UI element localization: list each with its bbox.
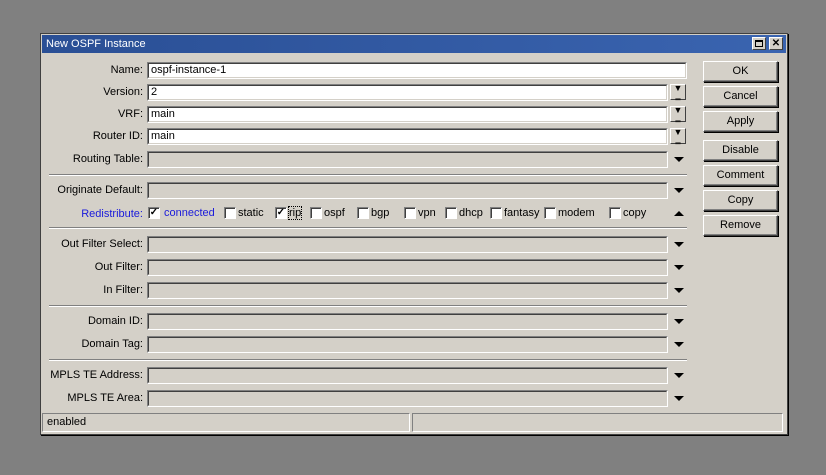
ospf-instance-window: New OSPF Instance ✕ Name: ospf-instance-… xyxy=(40,33,788,435)
redistribute-rip-label[interactable]: rip xyxy=(287,206,303,220)
ok-button[interactable]: OK xyxy=(703,61,778,82)
redistribute-dhcp-checkbox[interactable] xyxy=(445,207,457,219)
redistribute-static-checkbox[interactable] xyxy=(224,207,236,219)
originate-default-label: Originate Default: xyxy=(57,184,143,196)
mpls-te-area-expand-icon[interactable] xyxy=(673,392,685,404)
window-title: New OSPF Instance xyxy=(46,38,146,50)
out-filter-select-select[interactable] xyxy=(147,236,668,253)
vrf-label: VRF: xyxy=(117,108,143,120)
maximize-icon[interactable] xyxy=(752,37,766,50)
domain-tag-select[interactable] xyxy=(147,336,668,353)
redistribute-collapse-icon[interactable] xyxy=(673,207,685,219)
originate-default-select[interactable] xyxy=(147,182,668,199)
router-id-input[interactable]: main xyxy=(147,128,668,145)
out-filter-expand-icon[interactable] xyxy=(673,261,685,273)
mpls-te-area-select[interactable] xyxy=(147,390,668,407)
redistribute-label: Redistribute: xyxy=(81,208,143,220)
out-filter-label: Out Filter: xyxy=(94,261,143,273)
redistribute-ospf-checkbox[interactable] xyxy=(310,207,322,219)
redistribute-bgp-checkbox[interactable] xyxy=(357,207,369,219)
remove-button[interactable]: Remove xyxy=(703,215,778,236)
originate-default-expand-icon[interactable] xyxy=(673,184,685,196)
section-divider xyxy=(49,174,687,176)
in-filter-expand-icon[interactable] xyxy=(673,284,685,296)
version-label: Version: xyxy=(103,86,143,98)
domain-id-select[interactable] xyxy=(147,313,668,330)
redistribute-fantasy-label[interactable]: fantasy xyxy=(504,207,539,219)
version-input[interactable]: 2 xyxy=(147,84,668,101)
mpls-te-address-select[interactable] xyxy=(147,367,668,384)
mpls-te-address-label: MPLS TE Address: xyxy=(50,369,143,381)
domain-tag-label: Domain Tag: xyxy=(81,338,143,350)
domain-id-label: Domain ID: xyxy=(87,315,143,327)
redistribute-fantasy-checkbox[interactable] xyxy=(490,207,502,219)
routing-table-expand-icon[interactable] xyxy=(673,153,685,165)
dropdown-double-arrow-icon: ▼ ‗ xyxy=(673,105,683,122)
redistribute-copy-checkbox[interactable] xyxy=(609,207,621,219)
domain-id-expand-icon[interactable] xyxy=(673,315,685,327)
out-filter-select-expand-icon[interactable] xyxy=(673,238,685,250)
vrf-dropdown-button[interactable]: ▼ ‗ xyxy=(670,106,686,122)
routing-table-label: Routing Table: xyxy=(72,153,143,165)
redistribute-ospf-label[interactable]: ospf xyxy=(324,207,345,219)
redistribute-modem-label[interactable]: modem xyxy=(558,207,595,219)
redistribute-connected-label[interactable]: connected xyxy=(164,207,215,219)
router-id-label: Router ID: xyxy=(92,130,143,142)
cancel-button[interactable]: Cancel xyxy=(703,86,778,107)
close-icon[interactable]: ✕ xyxy=(769,37,783,50)
section-divider xyxy=(49,227,687,229)
redistribute-options: ✓ connected static ✓ rip ospf bgp vpn dhcp fantas… xyxy=(148,206,668,221)
redistribute-vpn-label[interactable]: vpn xyxy=(418,207,436,219)
vrf-input[interactable]: main xyxy=(147,106,668,123)
redistribute-bgp-label[interactable]: bgp xyxy=(371,207,389,219)
routing-table-select[interactable] xyxy=(147,151,668,168)
name-label: Name: xyxy=(110,64,143,76)
router-id-dropdown-button[interactable]: ▼ ‗ xyxy=(670,128,686,144)
redistribute-dhcp-label[interactable]: dhcp xyxy=(459,207,483,219)
out-filter-select[interactable] xyxy=(147,259,668,276)
redistribute-copy-label[interactable]: copy xyxy=(623,207,646,219)
status-bar-left: enabled xyxy=(42,413,410,432)
mpls-te-area-label: MPLS TE Area: xyxy=(67,392,143,404)
name-input[interactable]: ospf-instance-1 xyxy=(147,62,687,79)
redistribute-connected-checkbox[interactable]: ✓ xyxy=(148,207,160,219)
section-divider xyxy=(49,359,687,361)
disable-button[interactable]: Disable xyxy=(703,140,778,161)
apply-button[interactable]: Apply xyxy=(703,111,778,132)
redistribute-static-label[interactable]: static xyxy=(238,207,264,219)
domain-tag-expand-icon[interactable] xyxy=(673,338,685,350)
section-divider xyxy=(49,305,687,307)
dropdown-double-arrow-icon: ▼ ‗ xyxy=(673,127,683,144)
in-filter-select[interactable] xyxy=(147,282,668,299)
version-dropdown-button[interactable]: ▼ ‗ xyxy=(670,84,686,100)
title-bar[interactable]: New OSPF Instance ✕ xyxy=(42,35,786,53)
out-filter-select-label: Out Filter Select: xyxy=(61,238,143,250)
mpls-te-address-expand-icon[interactable] xyxy=(673,369,685,381)
dropdown-double-arrow-icon: ▼ ‗ xyxy=(673,83,683,100)
in-filter-label: In Filter: xyxy=(103,284,143,296)
redistribute-vpn-checkbox[interactable] xyxy=(404,207,416,219)
redistribute-rip-checkbox[interactable]: ✓ xyxy=(275,207,287,219)
status-bar-right xyxy=(412,413,783,432)
comment-button[interactable]: Comment xyxy=(703,165,778,186)
redistribute-modem-checkbox[interactable] xyxy=(544,207,556,219)
copy-button[interactable]: Copy xyxy=(703,190,778,211)
